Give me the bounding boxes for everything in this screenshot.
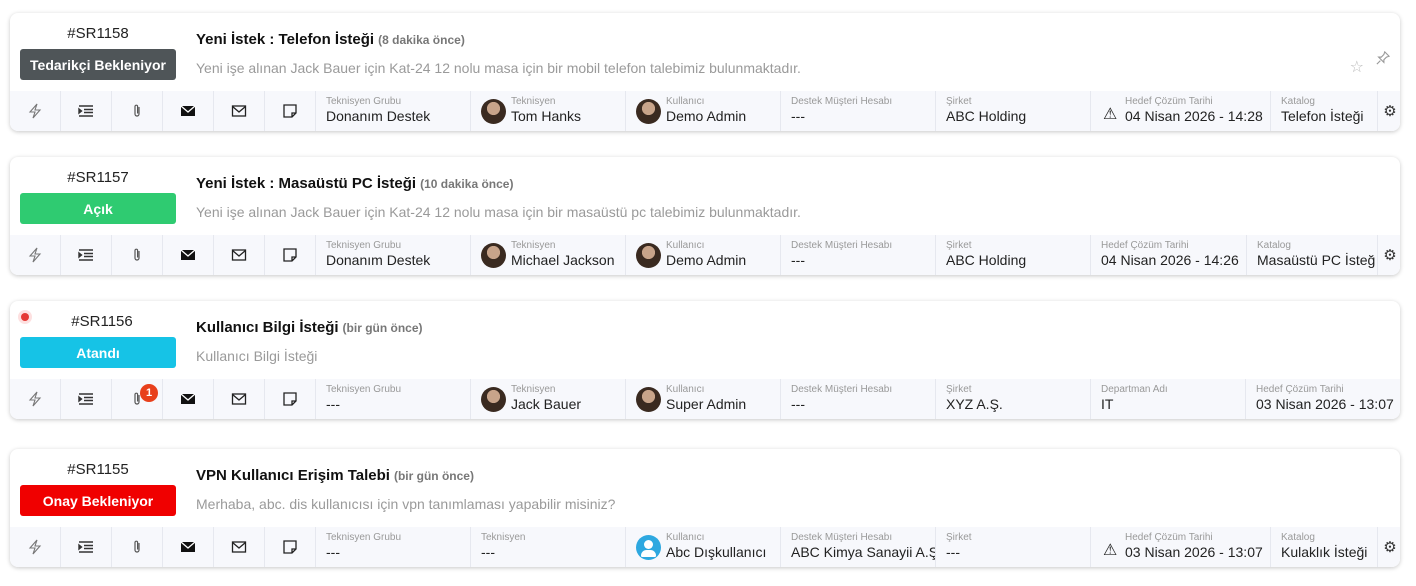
request-title-row[interactable]: VPN Kullanıcı Erişim Talebi (bir gün önce…	[196, 467, 474, 484]
envelope-outline-icon[interactable]	[214, 527, 265, 567]
field-target-date: Hedef Çözüm Tarihi 04 Nisan 2026 - 14:26	[1091, 235, 1247, 275]
field-company: Şirket XYZ A.Ş.	[936, 379, 1091, 419]
request-detail-bar: Teknisyen Grubu Donanım Destek Teknisyen T…	[10, 91, 1400, 131]
envelope-filled-icon[interactable]	[163, 91, 214, 131]
request-title-row[interactable]: Kullanıcı Bilgi İsteği (bir gün önce)	[196, 319, 423, 336]
catalog-icon[interactable]: ⚙	[1378, 235, 1400, 275]
note-icon[interactable]	[265, 527, 316, 567]
field-target-date: ⚠ Hedef Çözüm Tarihi 03 Nisan 2026 - 13:07	[1091, 527, 1271, 567]
field-support-account: Destek Müşteri Hesabı ABC Kimya Sanayii A…	[781, 527, 936, 567]
list-indent-icon[interactable]	[61, 379, 112, 419]
field-tech-group: Teknisyen Grubu Donanım Destek	[316, 235, 471, 275]
request-title[interactable]: Yeni İstek : Telefon İsteği	[196, 31, 374, 48]
field-tech-group: Teknisyen Grubu ---	[316, 527, 471, 567]
field-catalog: Katalog Telefon İsteği	[1271, 91, 1378, 131]
request-id: #SR1156	[71, 313, 133, 330]
request-description: Yeni işe alınan Jack Bauer için Kat-24 1…	[196, 204, 801, 220]
request-description: Kullanıcı Bilgi İsteği	[196, 348, 318, 364]
envelope-outline-icon[interactable]	[214, 91, 265, 131]
request-age: (8 dakika önce)	[378, 33, 465, 47]
request-title-row[interactable]: Yeni İstek : Telefon İsteği (8 dakika önc…	[196, 31, 465, 48]
field-user[interactable]: Kullanıcı Demo Admin	[626, 235, 781, 275]
request-age: (10 dakika önce)	[420, 177, 514, 191]
avatar	[636, 387, 661, 412]
request-age: (bir gün önce)	[342, 321, 423, 335]
request-title[interactable]: Yeni İstek : Masaüstü PC İsteği	[196, 175, 416, 192]
field-target-date: Hedef Çözüm Tarihi 03 Nisan 2026 - 13:07	[1256, 384, 1394, 412]
bolt-icon[interactable]	[10, 91, 61, 131]
status-badge[interactable]: Atandı	[20, 337, 176, 368]
avatar	[636, 99, 661, 124]
field-support-account: Destek Müşteri Hesabı ---	[781, 379, 936, 419]
note-icon[interactable]	[265, 91, 316, 131]
request-id: #SR1157	[67, 169, 129, 186]
catalog-icon[interactable]: ⚙	[1378, 527, 1400, 567]
field-user[interactable]: Kullanıcı Abc Dışkullanıcı	[626, 527, 781, 567]
request-description: Merhaba, abc. dis kullanıcısı için vpn t…	[196, 496, 616, 512]
user-avatar-icon	[636, 535, 661, 560]
paperclip-icon[interactable]	[112, 235, 163, 275]
bolt-icon[interactable]	[10, 235, 61, 275]
envelope-filled-icon[interactable]	[163, 527, 214, 567]
field-company: Şirket ABC Holding	[936, 235, 1091, 275]
status-badge[interactable]: Onay Bekleniyor	[20, 485, 176, 516]
list-indent-icon[interactable]	[61, 91, 112, 131]
request-title[interactable]: VPN Kullanıcı Erişim Talebi	[196, 467, 390, 484]
request-detail-bar: Teknisyen Grubu Donanım Destek Teknisyen M…	[10, 235, 1400, 275]
field-company: Şirket ABC Holding	[936, 91, 1091, 131]
field-support-account: Destek Müşteri Hesabı ---	[781, 91, 936, 131]
envelope-outline-icon[interactable]	[214, 235, 265, 275]
field-user[interactable]: Kullanıcı Demo Admin	[626, 91, 781, 131]
field-support-account: Destek Müşteri Hesabı ---	[781, 235, 936, 275]
request-card[interactable]: #SR1158 Tedarikçi Bekleniyor Yeni İstek …	[10, 13, 1400, 131]
bolt-icon[interactable]	[10, 527, 61, 567]
attachment-count-badge: 1	[140, 384, 158, 402]
field-technician[interactable]: Teknisyen Jack Bauer	[471, 379, 626, 419]
request-id: #SR1155	[67, 461, 129, 478]
bolt-icon[interactable]	[10, 379, 61, 419]
request-detail-bar: Teknisyen Grubu --- Teknisyen --- Kullanıc…	[10, 527, 1400, 567]
field-department: Departman Adı IT	[1091, 379, 1246, 419]
pin-icon[interactable]	[1376, 50, 1391, 69]
field-technician[interactable]: Teknisyen Michael Jackson	[471, 235, 626, 275]
request-age: (bir gün önce)	[393, 469, 474, 483]
request-card[interactable]: #SR1156 Atandı Kullanıcı Bilgi İsteği (bi…	[10, 301, 1400, 419]
request-card[interactable]: #SR1157 Açık Yeni İstek : Masaüstü PC İs…	[10, 157, 1400, 275]
request-id: #SR1158	[67, 25, 129, 42]
note-icon[interactable]	[265, 379, 316, 419]
status-badge[interactable]: Açık	[20, 193, 176, 224]
envelope-filled-icon[interactable]	[163, 235, 214, 275]
warning-icon: ⚠	[1103, 106, 1118, 123]
envelope-filled-icon[interactable]	[163, 379, 214, 419]
avatar	[481, 99, 506, 124]
request-detail-bar: 1 Teknisyen Grubu --- Teknisyen Jack Bauer…	[10, 379, 1400, 419]
paperclip-icon[interactable]	[112, 91, 163, 131]
paperclip-icon[interactable]	[112, 527, 163, 567]
field-tech-group: Teknisyen Grubu ---	[316, 379, 471, 419]
catalog-icon[interactable]: ⚙	[1378, 91, 1400, 131]
field-technician: Teknisyen ---	[471, 527, 626, 567]
list-indent-icon[interactable]	[61, 235, 112, 275]
field-tech-group: Teknisyen Grubu Donanım Destek	[316, 91, 471, 131]
list-indent-icon[interactable]	[61, 527, 112, 567]
envelope-outline-icon[interactable]	[214, 379, 265, 419]
field-company: Şirket ---	[936, 527, 1091, 567]
paperclip-icon[interactable]: 1	[112, 379, 163, 419]
request-title[interactable]: Kullanıcı Bilgi İsteği	[196, 319, 339, 336]
field-user[interactable]: Kullanıcı Super Admin	[626, 379, 781, 419]
star-icon[interactable]: ☆	[1350, 57, 1364, 77]
warning-icon: ⚠	[1103, 542, 1118, 559]
field-target-date: ⚠ Hedef Çözüm Tarihi 04 Nisan 2026 - 14:28	[1091, 91, 1271, 131]
request-card[interactable]: #SR1155 Onay Bekleniyor VPN Kullanıcı Er…	[10, 449, 1400, 567]
request-title-row[interactable]: Yeni İstek : Masaüstü PC İsteği (10 dakik…	[196, 175, 513, 192]
avatar	[636, 243, 661, 268]
field-catalog: Katalog Kulaklık İsteği	[1271, 527, 1378, 567]
field-catalog: Katalog Masaüstü PC İsteğ	[1247, 235, 1378, 275]
avatar	[481, 243, 506, 268]
field-technician[interactable]: Teknisyen Tom Hanks	[471, 91, 626, 131]
avatar	[481, 387, 506, 412]
note-icon[interactable]	[265, 235, 316, 275]
request-description: Yeni işe alınan Jack Bauer için Kat-24 1…	[196, 60, 801, 76]
status-badge[interactable]: Tedarikçi Bekleniyor	[20, 49, 176, 80]
